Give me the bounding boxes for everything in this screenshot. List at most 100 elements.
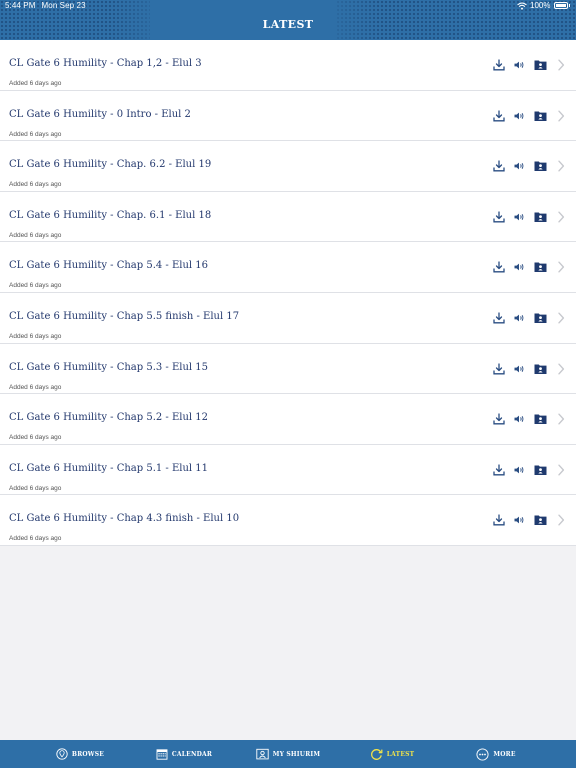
list-item[interactable]: CL Gate 6 Humility - Chap 5.1 - Elul 11 A… (0, 444, 576, 496)
item-actions (492, 463, 568, 477)
list-item[interactable]: CL Gate 6 Humility - Chap 5.2 - Elul 12 A… (0, 394, 576, 445)
status-bar-right: 100% (517, 1, 570, 10)
tab-label: MY SHIURIM (272, 750, 321, 758)
folder-user-icon[interactable] (533, 109, 547, 123)
folder-user-icon[interactable] (533, 362, 547, 376)
list-item[interactable]: CL Gate 6 Humility - Chap 5.5 finish - E… (0, 292, 576, 344)
tab-browse[interactable]: BROWSE (28, 740, 132, 768)
list-item[interactable]: CL Gate 6 Humility - Chap. 6.1 - Elul 18… (0, 191, 576, 243)
folder-user-icon[interactable] (533, 463, 547, 477)
speaker-icon[interactable] (512, 463, 526, 477)
speaker-icon[interactable] (512, 412, 526, 426)
item-title: CL Gate 6 Humility - Chap 5.5 finish - E… (9, 310, 240, 322)
speaker-icon[interactable] (512, 109, 526, 123)
speaker-icon[interactable] (512, 362, 526, 376)
speaker-icon[interactable] (512, 58, 526, 72)
folder-user-icon[interactable] (533, 210, 547, 224)
chevron-right-icon[interactable] (554, 58, 568, 72)
download-icon[interactable] (492, 513, 506, 527)
download-icon[interactable] (492, 210, 506, 224)
speaker-icon[interactable] (512, 210, 526, 224)
folder-user-icon[interactable] (533, 513, 547, 527)
item-title: CL Gate 6 Humility - Chap 5.4 - Elul 16 (9, 260, 209, 272)
download-icon[interactable] (492, 109, 506, 123)
item-actions (492, 412, 568, 426)
list-item[interactable]: CL Gate 6 Humility - 0 Intro - Elul 2 Add… (0, 90, 576, 142)
item-added-date: Added 6 days ago (9, 130, 62, 138)
item-added-date: Added 6 days ago (9, 484, 62, 492)
tab-label: CALENDAR (171, 750, 213, 758)
download-icon[interactable] (492, 58, 506, 72)
speaker-icon[interactable] (512, 311, 526, 325)
item-title: CL Gate 6 Humility - Chap 5.2 - Elul 12 (9, 412, 209, 424)
tab-latest[interactable]: LATEST (340, 740, 444, 768)
chevron-right-icon[interactable] (554, 412, 568, 426)
item-actions (492, 210, 568, 224)
item-title: CL Gate 6 Humility - Chap. 6.2 - Elul 19 (9, 159, 212, 171)
list-item[interactable]: CL Gate 6 Humility - Chap 4.3 finish - E… (0, 495, 576, 546)
calendar-icon (156, 748, 168, 760)
item-actions (492, 159, 568, 173)
pin-icon (56, 748, 68, 760)
tab-bar: BROWSE CALENDAR MY SHIURIM LATEST MORE (0, 740, 576, 768)
item-title: CL Gate 6 Humility - Chap. 6.1 - Elul 18 (9, 209, 212, 221)
item-added-date: Added 6 days ago (9, 231, 62, 239)
folder-user-icon[interactable] (533, 159, 547, 173)
chevron-right-icon[interactable] (554, 210, 568, 224)
speaker-icon[interactable] (512, 260, 526, 274)
item-actions (492, 109, 568, 123)
chevron-right-icon[interactable] (554, 463, 568, 477)
profile-card-icon (256, 748, 269, 760)
chevron-right-icon[interactable] (554, 513, 568, 527)
chevron-right-icon[interactable] (554, 159, 568, 173)
download-icon[interactable] (492, 362, 506, 376)
list-item[interactable]: CL Gate 6 Humility - Chap. 6.2 - Elul 19… (0, 141, 576, 192)
chevron-right-icon[interactable] (554, 109, 568, 123)
item-added-date: Added 6 days ago (9, 434, 62, 442)
folder-user-icon[interactable] (533, 412, 547, 426)
item-actions (492, 311, 568, 325)
item-title: CL Gate 6 Humility - Chap 1,2 - Elul 3 (9, 58, 202, 69)
list-item[interactable]: CL Gate 6 Humility - Chap 5.3 - Elul 15 A… (0, 343, 576, 395)
item-actions (492, 260, 568, 274)
speaker-icon[interactable] (512, 513, 526, 527)
header: 5:44 PM Mon Sep 23 100% LATEST (0, 0, 576, 40)
tab-calendar[interactable]: CALENDAR (132, 740, 236, 768)
tab-my-shiurim[interactable]: MY SHIURIM (236, 740, 340, 768)
list-item[interactable]: CL Gate 6 Humility - Chap 1,2 - Elul 3 Ad… (0, 40, 576, 91)
download-icon[interactable] (492, 311, 506, 325)
download-icon[interactable] (492, 260, 506, 274)
item-actions (492, 58, 568, 72)
tab-label: BROWSE (71, 750, 105, 758)
download-icon[interactable] (492, 159, 506, 173)
item-added-date: Added 6 days ago (9, 80, 62, 87)
item-added-date: Added 6 days ago (9, 383, 62, 391)
shiur-list: CL Gate 6 Humility - Chap 1,2 - Elul 3 Ad… (0, 40, 576, 546)
item-actions (492, 513, 568, 527)
tab-more[interactable]: MORE (444, 740, 548, 768)
more-icon (476, 747, 489, 761)
tab-label: LATEST (386, 750, 415, 758)
item-actions (492, 362, 568, 376)
download-icon[interactable] (492, 412, 506, 426)
tab-label: MORE (493, 750, 516, 758)
item-added-date: Added 6 days ago (9, 332, 62, 340)
speaker-icon[interactable] (512, 159, 526, 173)
folder-user-icon[interactable] (533, 58, 547, 72)
page-title: LATEST (262, 18, 314, 31)
download-icon[interactable] (492, 463, 506, 477)
status-bar-left: 5:44 PM Mon Sep 23 (5, 1, 86, 10)
item-title: CL Gate 6 Humility - 0 Intro - Elul 2 (9, 108, 191, 120)
status-date: Mon Sep 23 (41, 1, 86, 10)
battery-icon (553, 2, 568, 9)
chevron-right-icon[interactable] (554, 362, 568, 376)
chevron-right-icon[interactable] (554, 260, 568, 274)
item-title: CL Gate 6 Humility - Chap 5.3 - Elul 15 (9, 361, 209, 373)
folder-user-icon[interactable] (533, 311, 547, 325)
wifi-icon (517, 2, 527, 10)
item-title: CL Gate 6 Humility - Chap 5.1 - Elul 11 (9, 462, 209, 474)
folder-user-icon[interactable] (533, 260, 547, 274)
list-item[interactable]: CL Gate 6 Humility - Chap 5.4 - Elul 16 A… (0, 242, 576, 293)
battery-percent: 100% (530, 1, 551, 10)
chevron-right-icon[interactable] (554, 311, 568, 325)
